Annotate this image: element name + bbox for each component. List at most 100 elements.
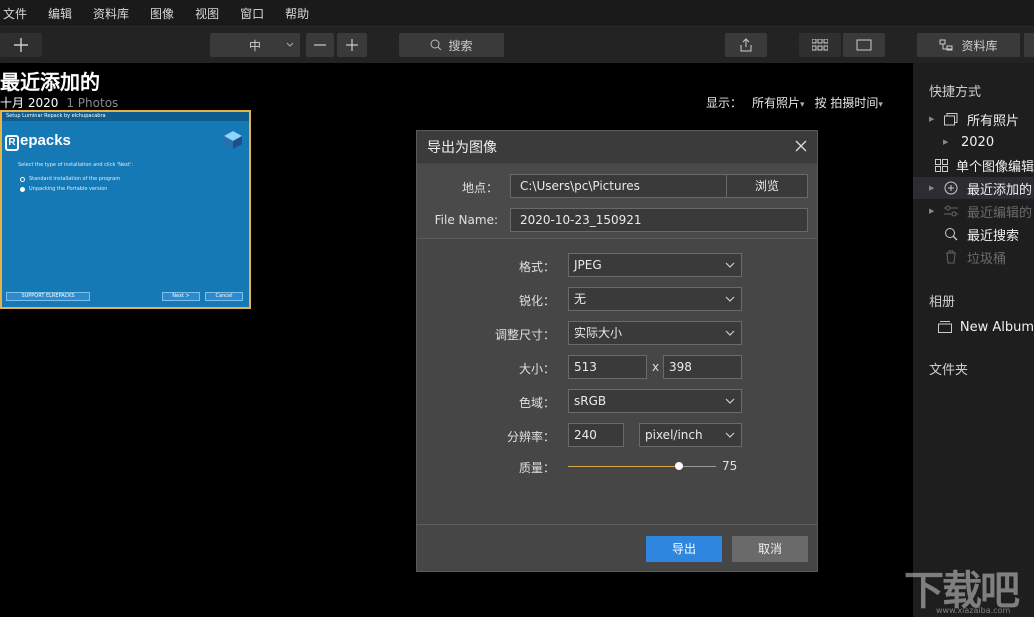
radio-icon [20,176,25,182]
sidebar-item-label: 所有照片 [967,113,1020,129]
sharpen-select[interactable]: 无 [568,287,742,311]
menu-library[interactable]: 资料库 [90,5,139,22]
resolution-unit-select[interactable]: pixel/inch [639,423,742,447]
sidebar-item-trash[interactable]: 垃圾桶 [913,246,1034,268]
cancel-button[interactable]: 取消 [732,536,808,562]
sidebar-item-recent-searches[interactable]: 最近搜索 [913,223,1034,245]
sidebar-item-label: 最近添加的 [967,182,1033,198]
thumb-option-standard: Standard installation of the program [20,176,120,182]
library-label: 资料库 [961,38,998,53]
shortcuts-heading: 快捷方式 [929,85,982,100]
resolution-field[interactable]: 240 [568,423,624,447]
chevron-down-icon [725,296,735,302]
chevron-down-icon [725,398,735,404]
plus-icon [14,38,28,52]
sidebar-item-label: 单个图像编辑 [955,159,1034,175]
menu-window[interactable]: 窗口 [237,5,274,22]
albums-heading: 相册 [929,295,956,310]
chevron-right-icon: ▶ [929,184,935,192]
library-button[interactable]: 资料库 [917,33,1020,57]
height-field[interactable]: 398 [663,355,742,379]
grid-icon [934,157,948,173]
zoom-in-button[interactable] [337,33,367,57]
filename-label: File Name: [434,213,498,227]
single-view-button[interactable] [843,33,885,57]
width-field[interactable]: 513 [568,355,647,379]
watermark-url: www.xiazaiba.com [936,606,1011,615]
format-select[interactable]: JPEG [568,253,742,277]
show-value: 所有照片 [752,96,801,110]
share-icon [740,38,752,52]
right-sidebar: 快捷方式 ▶ 所有照片 ▶ 2020 单个图像编辑 ▶ 最近添加的 ▶ 最近编辑… [913,63,1034,617]
resize-select[interactable]: 实际大小 [568,321,742,345]
menu-image[interactable]: 图像 [147,5,184,22]
sharpen-label: 锐化： [518,294,555,308]
format-label: 格式： [518,260,555,274]
browse-button[interactable]: 浏览 [726,174,808,198]
thumb-option-portable: Unpacking the Portable version [20,186,107,192]
thumb-next-button: Next > [162,292,200,301]
sidebar-item-2020[interactable]: ▶ 2020 [913,131,1034,153]
quality-slider-handle[interactable] [675,462,683,470]
thumb-option2-label: Unpacking the Portable version [29,186,108,192]
sliders-icon [943,203,959,219]
grid-view-button[interactable] [799,33,841,57]
search-box[interactable]: 搜索 [399,33,504,57]
logo-text: epacks [20,132,71,149]
colorspace-label: 色域： [518,396,555,410]
thumb-instruction: Select the type of installation and clic… [18,162,134,168]
add-button[interactable] [0,33,42,57]
chevron-right-icon: ▶ [929,207,935,215]
divider [417,238,817,239]
zoom-out-button[interactable] [306,33,334,57]
album-date: 十月 2020 [0,96,59,110]
divider [417,524,817,525]
sidebar-item-new-album[interactable]: New Album [913,316,1034,338]
export-button[interactable]: 导出 [646,536,722,562]
single-image-icon [856,39,872,51]
close-icon[interactable] [795,140,807,152]
photo-count: 1 Photos [66,96,119,110]
radio-icon [20,186,25,192]
sidebar-item-single-edit[interactable]: 单个图像编辑 [913,154,1034,176]
menu-file[interactable]: 文件 [0,5,37,22]
location-label: 地点： [461,181,498,195]
chevron-down-icon [286,42,294,47]
resolution-label: 分辨率： [506,430,555,444]
menu-view[interactable]: 视图 [192,5,229,22]
sidebar-item-all-photos[interactable]: ▶ 所有照片 [913,108,1034,130]
photo-thumbnail[interactable]: Setup Luminar Repack by elchupacabra Rep… [0,110,251,309]
search-icon [943,226,959,242]
sidebar-item-recently-added[interactable]: ▶ 最近添加的 [913,177,1034,199]
chevron-down-icon [725,432,735,438]
grid-icon [812,39,828,51]
chevron-down-icon: ▾ [800,100,805,110]
location-field[interactable]: C:\Users\pc\Pictures [510,174,727,198]
dialog-titlebar: 导出为图像 [417,131,817,163]
search-label: 搜索 [448,38,473,53]
format-value: JPEG [574,258,602,272]
search-icon [430,39,442,51]
zoom-select[interactable]: 中 [210,33,300,57]
thumb-support-button: SUPPORT ELREPACKS [6,292,90,301]
sidebar-item-recently-edited[interactable]: ▶ 最近编辑的 [913,200,1034,222]
chevron-down-icon [725,330,735,336]
show-filter-select[interactable]: 所有照片▾ [752,94,805,111]
photos-icon [943,111,959,127]
menu-help[interactable]: 帮助 [282,5,319,22]
filename-field[interactable]: 2020-10-23_150921 [510,208,808,232]
sort-select[interactable]: 按 拍摄时间▾ [815,94,883,111]
share-button[interactable] [725,33,767,57]
page-title: 最近添加的 [0,70,100,94]
dialog-title: 导出为图像 [427,140,497,156]
add-circle-icon [943,180,959,196]
menu-edit[interactable]: 编辑 [45,5,82,22]
export-dialog: 导出为图像 地点： C:\Users\pc\Pictures 浏览 File N… [416,130,818,572]
panel-toggle-button[interactable] [1024,33,1034,57]
sidebar-item-label: 最近搜索 [967,228,1020,244]
folders-heading: 文件夹 [929,363,969,378]
zoom-value: 中 [248,38,261,53]
toolbar: 中 搜索 资料库 [0,27,1034,63]
colorspace-value: sRGB [574,394,607,408]
colorspace-select[interactable]: sRGB [568,389,742,413]
